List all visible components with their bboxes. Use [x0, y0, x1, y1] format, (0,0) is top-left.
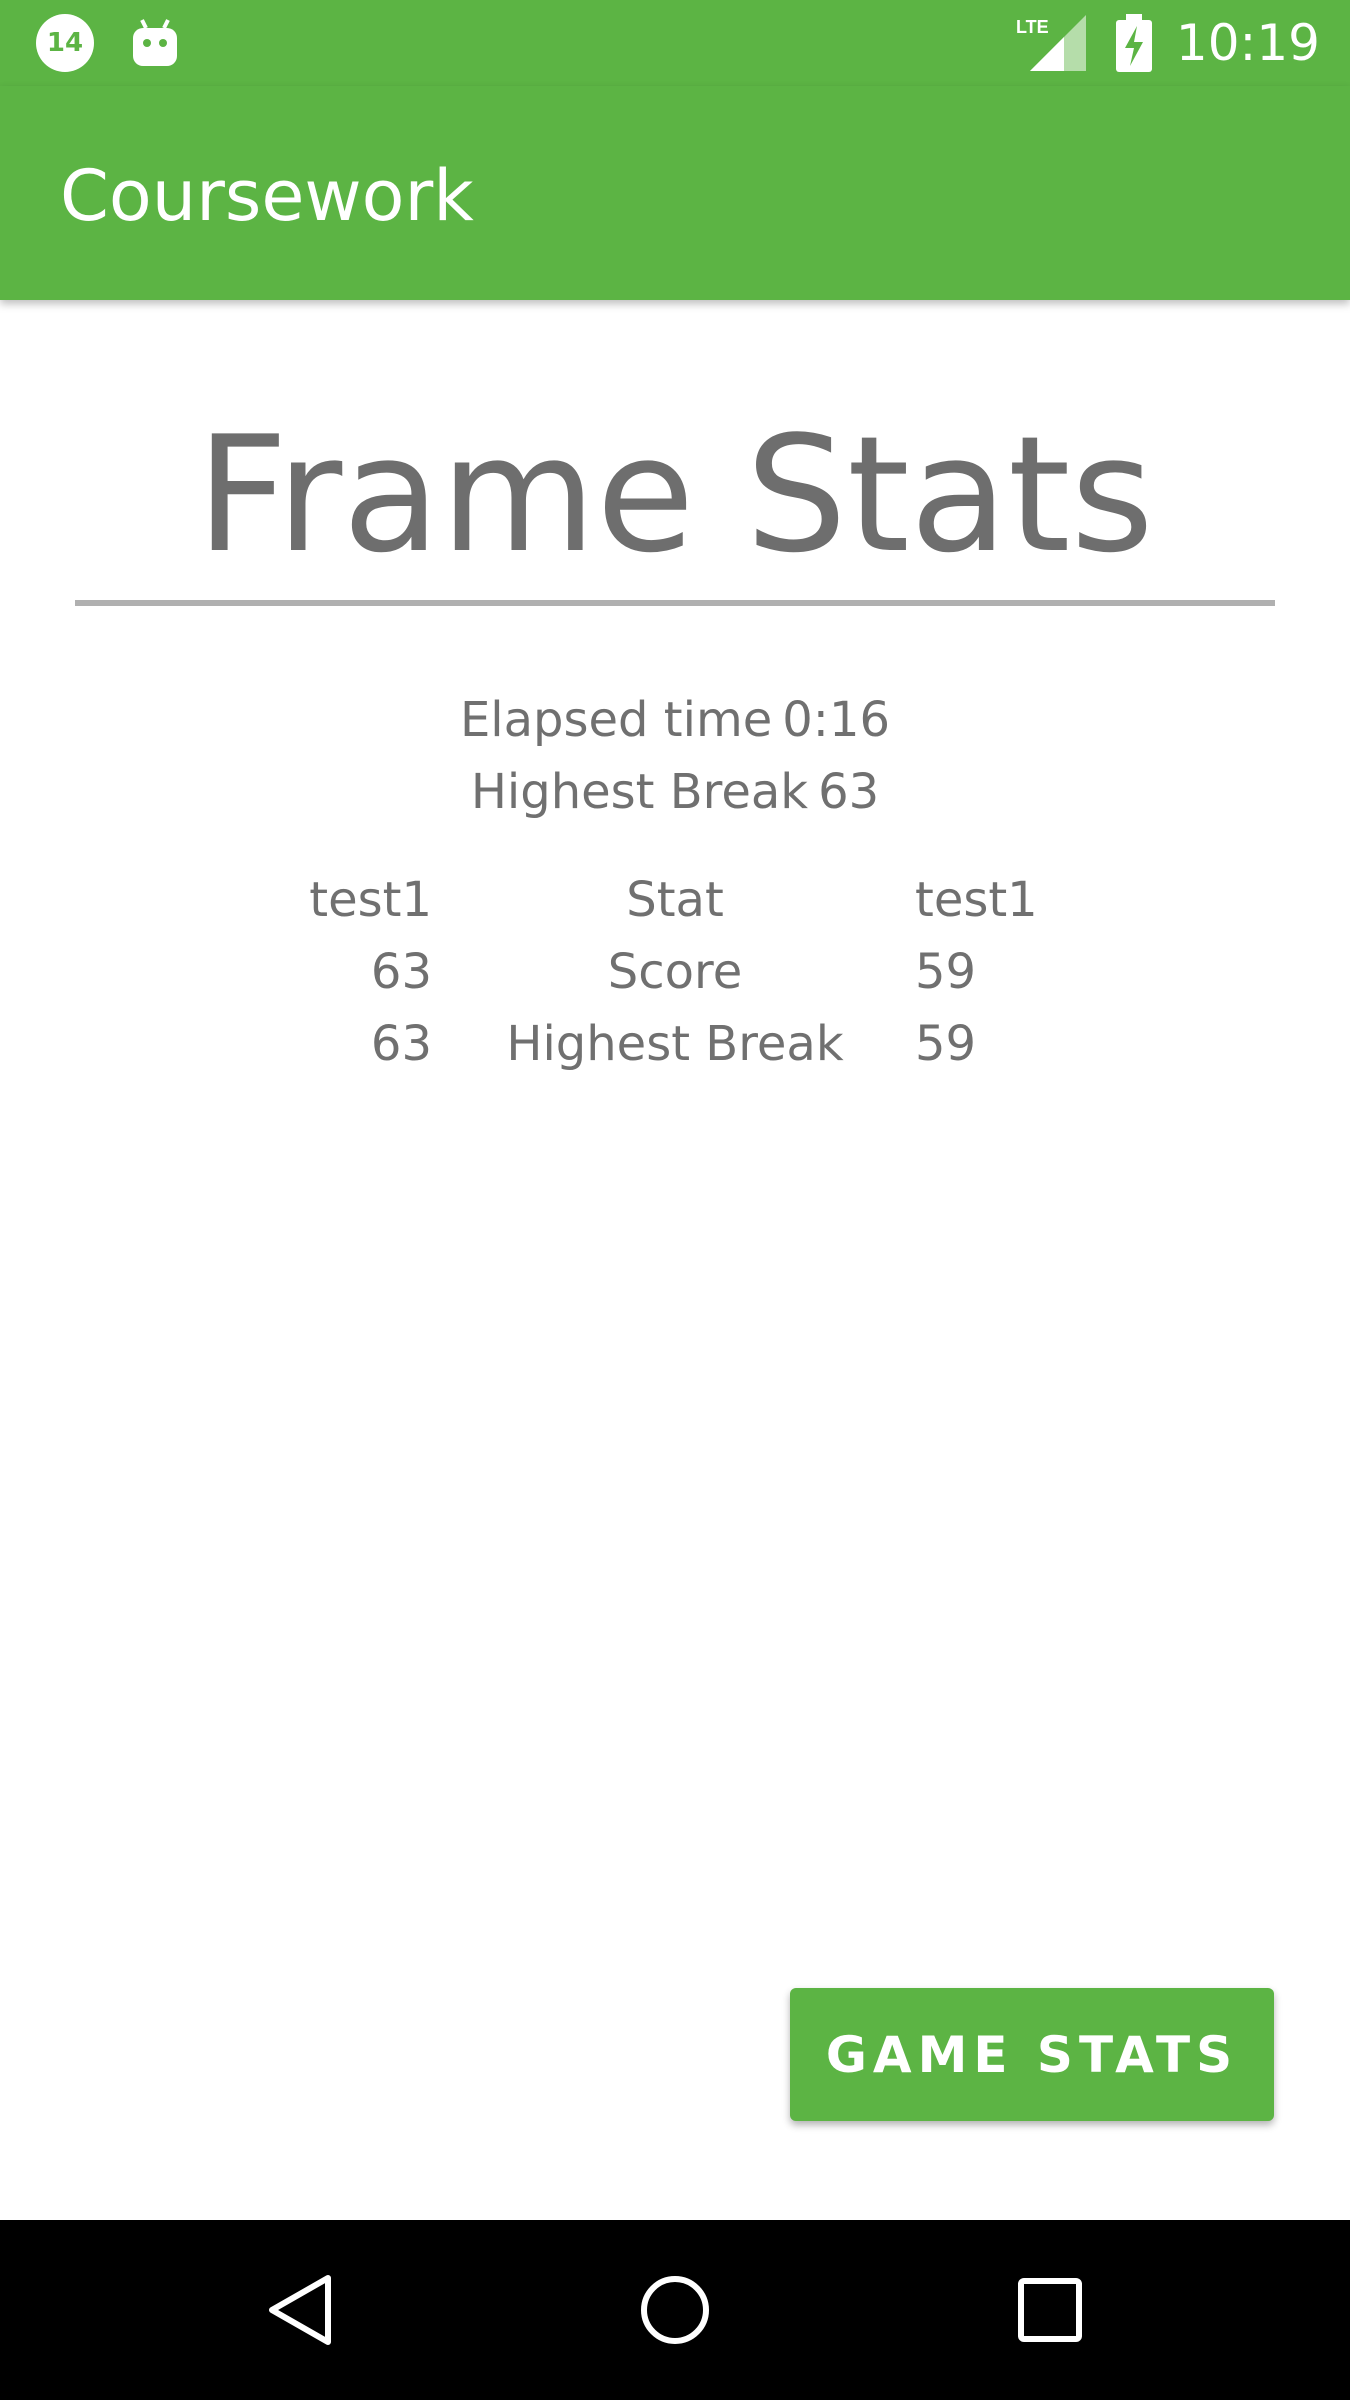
app-title: Coursework: [60, 155, 474, 237]
highest-break-value: 63: [818, 764, 880, 820]
network-label: LTE: [1016, 17, 1049, 37]
elapsed-time-label: Elapsed time: [459, 692, 773, 748]
notification-badge-icon: 14: [36, 14, 94, 72]
elapsed-time-value: 0:16: [782, 692, 891, 748]
status-bar: 14 LTE 10:19: [0, 0, 1350, 86]
stat-column-header: Stat: [626, 872, 724, 928]
player2-highest-break: 59: [915, 1016, 977, 1072]
stat-label-score: Score: [607, 944, 743, 1000]
table-row: 63 Highest Break 59: [0, 1014, 1350, 1086]
stat-label-highest-break: Highest Break: [506, 1016, 844, 1072]
recents-icon[interactable]: [1010, 2270, 1090, 2350]
status-clock: 10:19: [1175, 14, 1320, 72]
stats-table: test1 Stat test1 63 Score 59 63 Highest …: [0, 870, 1350, 1086]
home-icon[interactable]: [635, 2270, 715, 2350]
table-header-row: test1 Stat test1: [0, 870, 1350, 942]
highest-break-label: Highest Break: [470, 764, 809, 820]
game-stats-button[interactable]: GAME STATS: [790, 1988, 1274, 2121]
player1-score: 63: [370, 944, 432, 1000]
back-icon[interactable]: [262, 2270, 342, 2350]
battery-charging-icon: [1115, 14, 1152, 72]
lte-signal-icon: LTE: [1016, 15, 1086, 71]
navigation-bar: [0, 2220, 1350, 2400]
app-bar: Coursework: [0, 86, 1350, 300]
highest-break-row: Highest Break 63: [0, 762, 1350, 822]
page-title: Frame Stats: [196, 401, 1154, 588]
heading-divider: [75, 600, 1275, 606]
table-row: 63 Score 59: [0, 942, 1350, 1014]
elapsed-time-row: Elapsed time 0:16: [0, 690, 1350, 750]
player2-score: 59: [915, 944, 977, 1000]
player1-highest-break: 63: [370, 1016, 432, 1072]
player1-name: test1: [309, 872, 432, 928]
player2-name: test1: [915, 872, 1038, 928]
android-icon: [133, 19, 177, 66]
notification-badge-count: 14: [46, 28, 84, 58]
